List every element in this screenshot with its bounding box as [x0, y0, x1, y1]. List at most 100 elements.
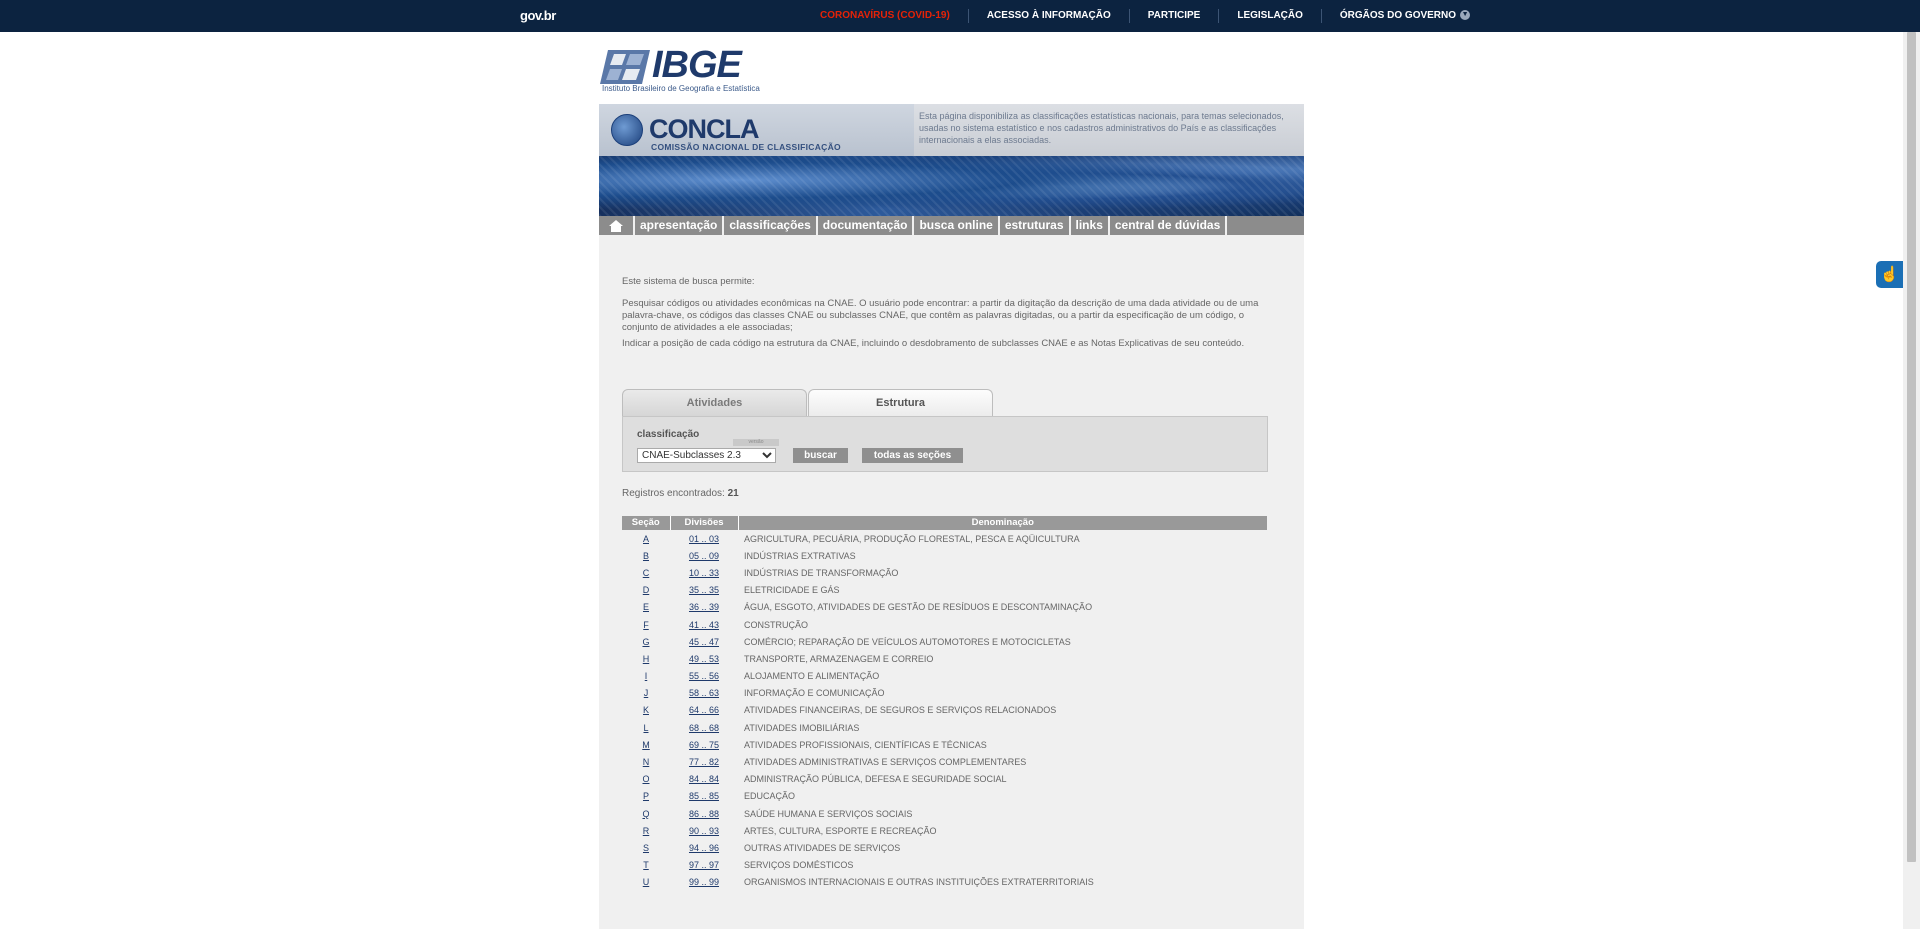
divisoes-link[interactable]: 49 .. 53 — [689, 654, 719, 664]
divisoes-link[interactable]: 01 .. 03 — [689, 534, 719, 544]
divisoes-link[interactable]: 77 .. 82 — [689, 757, 719, 767]
tab-atividades[interactable]: Atividades — [622, 389, 807, 416]
page-scrollbar[interactable] — [1903, 32, 1920, 929]
divisoes-link[interactable]: 45 .. 47 — [689, 637, 719, 647]
secao-link[interactable]: A — [643, 534, 649, 544]
secao-link[interactable]: F — [643, 620, 649, 630]
govbr-logo[interactable]: gov.br — [520, 8, 556, 23]
denominacao-cell: ADMINISTRAÇÃO PÚBLICA, DEFESA E SEGURIDA… — [744, 774, 1007, 785]
secao-link[interactable]: S — [643, 843, 649, 853]
denominacao-cell: SERVIÇOS DOMÉSTICOS — [744, 860, 854, 871]
main-nav: apresentação classificações documentação… — [599, 216, 1304, 235]
secao-cell: D — [622, 582, 670, 599]
secao-link[interactable]: J — [644, 688, 649, 698]
table-row: K 64 .. 66 ATIVIDADES FINANCEIRAS, DE SEGU… — [622, 702, 1267, 719]
nav-item-apresentacao[interactable]: apresentação — [635, 216, 725, 235]
home-button[interactable] — [599, 216, 635, 235]
denominacao-cell: ORGANISMOS INTERNACIONAIS E OUTRAS INSTI… — [744, 877, 1094, 888]
buscar-button[interactable]: buscar — [793, 448, 848, 463]
secao-link[interactable]: T — [643, 860, 649, 870]
secao-link[interactable]: B — [643, 551, 649, 561]
secao-link[interactable]: M — [642, 740, 650, 750]
divisoes-link[interactable]: 41 .. 43 — [689, 620, 719, 630]
divisoes-link[interactable]: 94 .. 96 — [689, 843, 719, 853]
divisoes-link[interactable]: 55 .. 56 — [689, 671, 719, 681]
table-row: H 49 .. 53 TRANSPORTE, ARMAZENAGEM E CORRE… — [622, 650, 1267, 667]
divisoes-cell: 94 .. 96 — [670, 839, 738, 856]
divisoes-link[interactable]: 90 .. 93 — [689, 826, 719, 836]
divisoes-link[interactable]: 84 .. 84 — [689, 774, 719, 784]
govbr-links: CORONAVÍRUS (COVID-19) ACESSO À INFORMAÇ… — [820, 0, 1488, 32]
secao-cell: I — [622, 668, 670, 685]
secao-link[interactable]: U — [643, 877, 650, 887]
intro-text: Este sistema de busca permite: Pesquisar… — [622, 276, 1267, 360]
secao-link[interactable]: O — [642, 774, 649, 784]
secao-cell: C — [622, 564, 670, 581]
table-row: S 94 .. 96 OUTRAS ATIVIDADES DE SERVIÇOS — [622, 839, 1267, 856]
divisoes-link[interactable]: 68 .. 68 — [689, 723, 719, 733]
denominacao-cell: ALOJAMENTO E ALIMENTAÇÃO — [744, 671, 880, 682]
secao-link[interactable]: H — [643, 654, 650, 664]
divisoes-link[interactable]: 58 .. 63 — [689, 688, 719, 698]
accessibility-hand-icon[interactable]: ☝ — [1876, 261, 1903, 288]
divisoes-link[interactable]: 64 .. 66 — [689, 705, 719, 715]
govbr-link-orgaos[interactable]: ÓRGÃOS DO GOVERNO ▼ — [1320, 9, 1488, 23]
govbr-link-acesso[interactable]: ACESSO À INFORMAÇÃO — [967, 9, 1129, 23]
divisoes-link[interactable]: 99 .. 99 — [689, 877, 719, 887]
table-row: E 36 .. 39 ÁGUA, ESGOTO, ATIVIDADES DE GES… — [622, 599, 1267, 616]
denominacao-cell: SAÚDE HUMANA E SERVIÇOS SOCIAIS — [744, 808, 913, 819]
nav-item-documentacao[interactable]: documentação — [818, 216, 915, 235]
search-panel: classificação versão CNAE-Subclasses 2.3… — [622, 416, 1268, 472]
scrollbar-thumb[interactable] — [1907, 32, 1916, 862]
divisoes-cell: 10 .. 33 — [670, 564, 738, 581]
secao-link[interactable]: R — [643, 826, 650, 836]
nav-item-classificacoes[interactable]: classificações — [724, 216, 818, 235]
secao-link[interactable]: C — [643, 568, 650, 578]
divisoes-link[interactable]: 85 .. 85 — [689, 791, 719, 801]
world-map-banner — [599, 156, 1304, 216]
secao-link[interactable]: L — [643, 723, 648, 733]
classificacao-select[interactable]: CNAE-Subclasses 2.3 — [637, 448, 776, 463]
divisoes-cell: 84 .. 84 — [670, 771, 738, 788]
divisoes-cell: 36 .. 39 — [670, 599, 738, 616]
divisoes-link[interactable]: 69 .. 75 — [689, 740, 719, 750]
divisoes-link[interactable]: 86 .. 88 — [689, 809, 719, 819]
govbr-link-legislacao[interactable]: LEGISLAÇÃO — [1218, 9, 1321, 23]
nav-item-links[interactable]: links — [1071, 216, 1110, 235]
secao-cell: B — [622, 547, 670, 564]
secao-link[interactable]: P — [643, 791, 649, 801]
divisoes-link[interactable]: 36 .. 39 — [689, 602, 719, 612]
denominacao-cell: ARTES, CULTURA, ESPORTE E RECREAÇÃO — [744, 825, 937, 836]
denominacao-cell: ÁGUA, ESGOTO, ATIVIDADES DE GESTÃO DE RE… — [744, 602, 1093, 613]
divisoes-link[interactable]: 05 .. 09 — [689, 551, 719, 561]
divisoes-link[interactable]: 35 .. 35 — [689, 585, 719, 595]
table-row: L 68 .. 68 ATIVIDADES IMOBILIÁRIAS — [622, 719, 1267, 736]
divisoes-link[interactable]: 97 .. 97 — [689, 860, 719, 870]
ibge-logo[interactable]: IBGE Instituto Brasileiro de Geografia e… — [600, 44, 770, 96]
secao-link[interactable]: I — [645, 671, 648, 681]
secao-link[interactable]: E — [643, 602, 649, 612]
nav-item-estruturas[interactable]: estruturas — [1000, 216, 1071, 235]
divisoes-cell: 55 .. 56 — [670, 668, 738, 685]
secao-cell: U — [622, 874, 670, 891]
secao-link[interactable]: N — [643, 757, 650, 767]
nav-item-central-duvidas[interactable]: central de dúvidas — [1110, 216, 1228, 235]
table-row: F 41 .. 43 CONSTRUÇÃO — [622, 616, 1267, 633]
secao-link[interactable]: K — [643, 705, 649, 715]
concla-logo[interactable]: CONCLA COMISSÃO NACIONAL DE CLASSIFICAÇÃ… — [599, 104, 914, 156]
govbr-link-participe[interactable]: PARTICIPE — [1128, 9, 1219, 23]
nav-item-busca-online[interactable]: busca online — [914, 216, 1000, 235]
secao-cell: P — [622, 788, 670, 805]
secao-cell: G — [622, 633, 670, 650]
main-content: CONCLA COMISSÃO NACIONAL DE CLASSIFICAÇÃ… — [599, 104, 1304, 929]
secao-link[interactable]: D — [643, 585, 650, 595]
govbr-link-covid[interactable]: CORONAVÍRUS (COVID-19) — [820, 9, 968, 23]
govbr-link-orgaos-label: ÓRGÃOS DO GOVERNO — [1339, 10, 1457, 21]
todas-secoes-button[interactable]: todas as seções — [862, 448, 963, 463]
secao-link[interactable]: Q — [642, 809, 649, 819]
tab-estrutura[interactable]: Estrutura — [808, 389, 993, 416]
table-row: R 90 .. 93 ARTES, CULTURA, ESPORTE E RECRE… — [622, 822, 1267, 839]
divisoes-link[interactable]: 10 .. 33 — [689, 568, 719, 578]
secao-link[interactable]: G — [642, 637, 649, 647]
records-count: Registros encontrados: 21 — [622, 488, 739, 499]
